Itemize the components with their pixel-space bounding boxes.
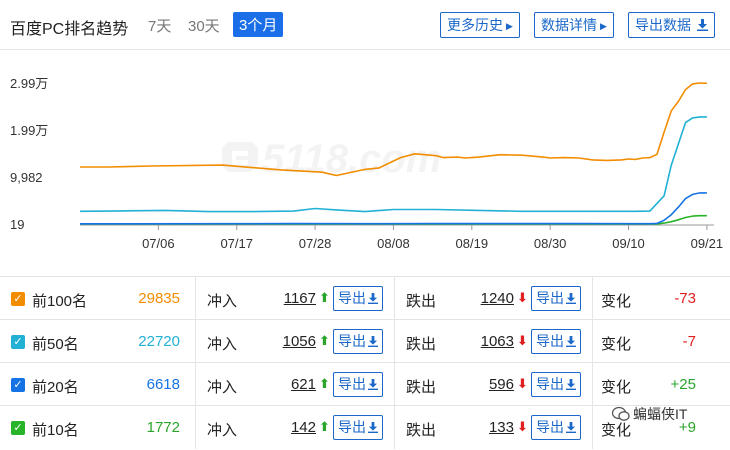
change-label: 变化: [601, 379, 632, 396]
in-label: 冲入: [207, 379, 238, 396]
chart-header: 百度PC排名趋势 7天 30天 3个月 更多历史 ▶ 数据详情 ▶ 导出数据: [0, 0, 730, 50]
triangle-right-icon: ▶: [600, 21, 607, 31]
in-count-link[interactable]: 1167: [270, 290, 316, 307]
row-total: 22720: [138, 333, 180, 350]
in-label: 冲入: [207, 422, 238, 439]
chart-title: 百度PC排名趋势: [10, 21, 129, 38]
row-total: 29835: [138, 290, 180, 307]
out-label: 跌出: [406, 379, 437, 396]
checkbox-top20[interactable]: ✓: [11, 378, 25, 392]
row-total: 6618: [146, 376, 180, 393]
range-3m[interactable]: 3个月: [233, 12, 284, 37]
export-data-button[interactable]: 导出数据: [628, 12, 715, 38]
export-in-button[interactable]: 导出: [333, 372, 383, 397]
download-icon: [566, 379, 576, 390]
data-detail-button[interactable]: 数据详情 ▶: [534, 12, 614, 38]
more-history-button[interactable]: 更多历史 ▶: [440, 12, 520, 38]
export-in-button[interactable]: 导出: [333, 286, 383, 311]
export-in-button[interactable]: 导出: [333, 329, 383, 354]
out-label: 跌出: [406, 293, 437, 310]
x-tick-label: 07/06: [142, 236, 175, 251]
row-label: 前20名: [32, 379, 79, 396]
download-icon: [696, 19, 708, 31]
download-icon: [368, 293, 378, 304]
rank-row-top100: ✓ 前100名 29835 冲入 1167 ⬆ 导出 跌出 1240 ⬇ 导出 …: [0, 276, 730, 320]
row-label: 前100名: [32, 293, 88, 310]
in-count-link[interactable]: 142: [270, 419, 316, 436]
checkbox-top10[interactable]: ✓: [11, 421, 25, 435]
y-tick-label: 1.99万: [10, 123, 48, 138]
change-label: 变化: [601, 293, 632, 310]
arrow-up-icon: ⬆: [319, 333, 330, 348]
x-tick-label: 07/17: [220, 236, 253, 251]
arrow-up-icon: ⬆: [319, 376, 330, 391]
trend-chart: 5118.com 19 9,982 1.99万 2.99万 07/06 07/17 07/…: [10, 76, 724, 251]
download-icon: [566, 336, 576, 347]
download-icon: [368, 336, 378, 347]
x-tick-label: 08/30: [534, 236, 567, 251]
out-label: 跌出: [406, 336, 437, 353]
arrow-down-icon: ⬇: [517, 290, 528, 305]
out-count-link[interactable]: 596: [468, 376, 514, 393]
row-label: 前10名: [32, 422, 79, 439]
export-out-button[interactable]: 导出: [531, 329, 581, 354]
export-out-button[interactable]: 导出: [531, 415, 581, 440]
x-tick-label: 07/28: [299, 236, 332, 251]
download-icon: [566, 293, 576, 304]
arrow-down-icon: ⬇: [517, 376, 528, 391]
download-icon: [566, 422, 576, 433]
range-7d[interactable]: 7天: [148, 15, 171, 36]
x-tick-label: 08/08: [377, 236, 410, 251]
out-count-link[interactable]: 1240: [468, 290, 514, 307]
checkbox-top100[interactable]: ✓: [11, 292, 25, 306]
in-label: 冲入: [207, 336, 238, 353]
y-tick-label: 2.99万: [10, 76, 48, 91]
export-out-button[interactable]: 导出: [531, 372, 581, 397]
out-label: 跌出: [406, 422, 437, 439]
wechat-icon: [611, 406, 630, 421]
series-line-2: [79, 192, 707, 225]
triangle-right-icon: ▶: [506, 21, 513, 31]
out-count-link[interactable]: 133: [468, 419, 514, 436]
range-30d[interactable]: 30天: [188, 15, 220, 36]
rank-row-top20: ✓ 前20名 6618 冲入 621 ⬆ 导出 跌出 596 ⬇ 导出 变化 +…: [0, 362, 730, 406]
row-total: 1772: [146, 419, 180, 436]
arrow-down-icon: ⬇: [517, 333, 528, 348]
out-count-link[interactable]: 1063: [468, 333, 514, 350]
y-tick-label: 19: [10, 217, 24, 232]
export-out-button[interactable]: 导出: [531, 286, 581, 311]
x-tick-label: 08/19: [456, 236, 489, 251]
arrow-down-icon: ⬇: [517, 419, 528, 434]
in-count-link[interactable]: 1056: [270, 333, 316, 350]
series-line-3: [79, 214, 707, 225]
account-watermark: 蝙蝠侠IT: [611, 404, 687, 424]
arrow-up-icon: ⬆: [319, 419, 330, 434]
change-value: -73: [674, 290, 696, 307]
rank-row-top50: ✓ 前50名 22720 冲入 1056 ⬆ 导出 跌出 1063 ⬇ 导出 变…: [0, 319, 730, 363]
watermark-text: 5118.com: [262, 137, 441, 181]
change-value: +25: [670, 376, 696, 393]
y-tick-label: 9,982: [10, 170, 43, 185]
checkbox-top50[interactable]: ✓: [11, 335, 25, 349]
change-label: 变化: [601, 336, 632, 353]
x-tick-label: 09/10: [612, 236, 645, 251]
series-line-0: [80, 82, 707, 177]
change-value: -7: [682, 333, 696, 350]
in-count-link[interactable]: 621: [270, 376, 316, 393]
download-icon: [368, 422, 378, 433]
download-icon: [368, 379, 378, 390]
in-label: 冲入: [207, 293, 238, 310]
arrow-up-icon: ⬆: [319, 290, 330, 305]
row-label: 前50名: [32, 336, 79, 353]
export-in-button[interactable]: 导出: [333, 415, 383, 440]
x-tick-label: 09/21: [691, 236, 724, 251]
